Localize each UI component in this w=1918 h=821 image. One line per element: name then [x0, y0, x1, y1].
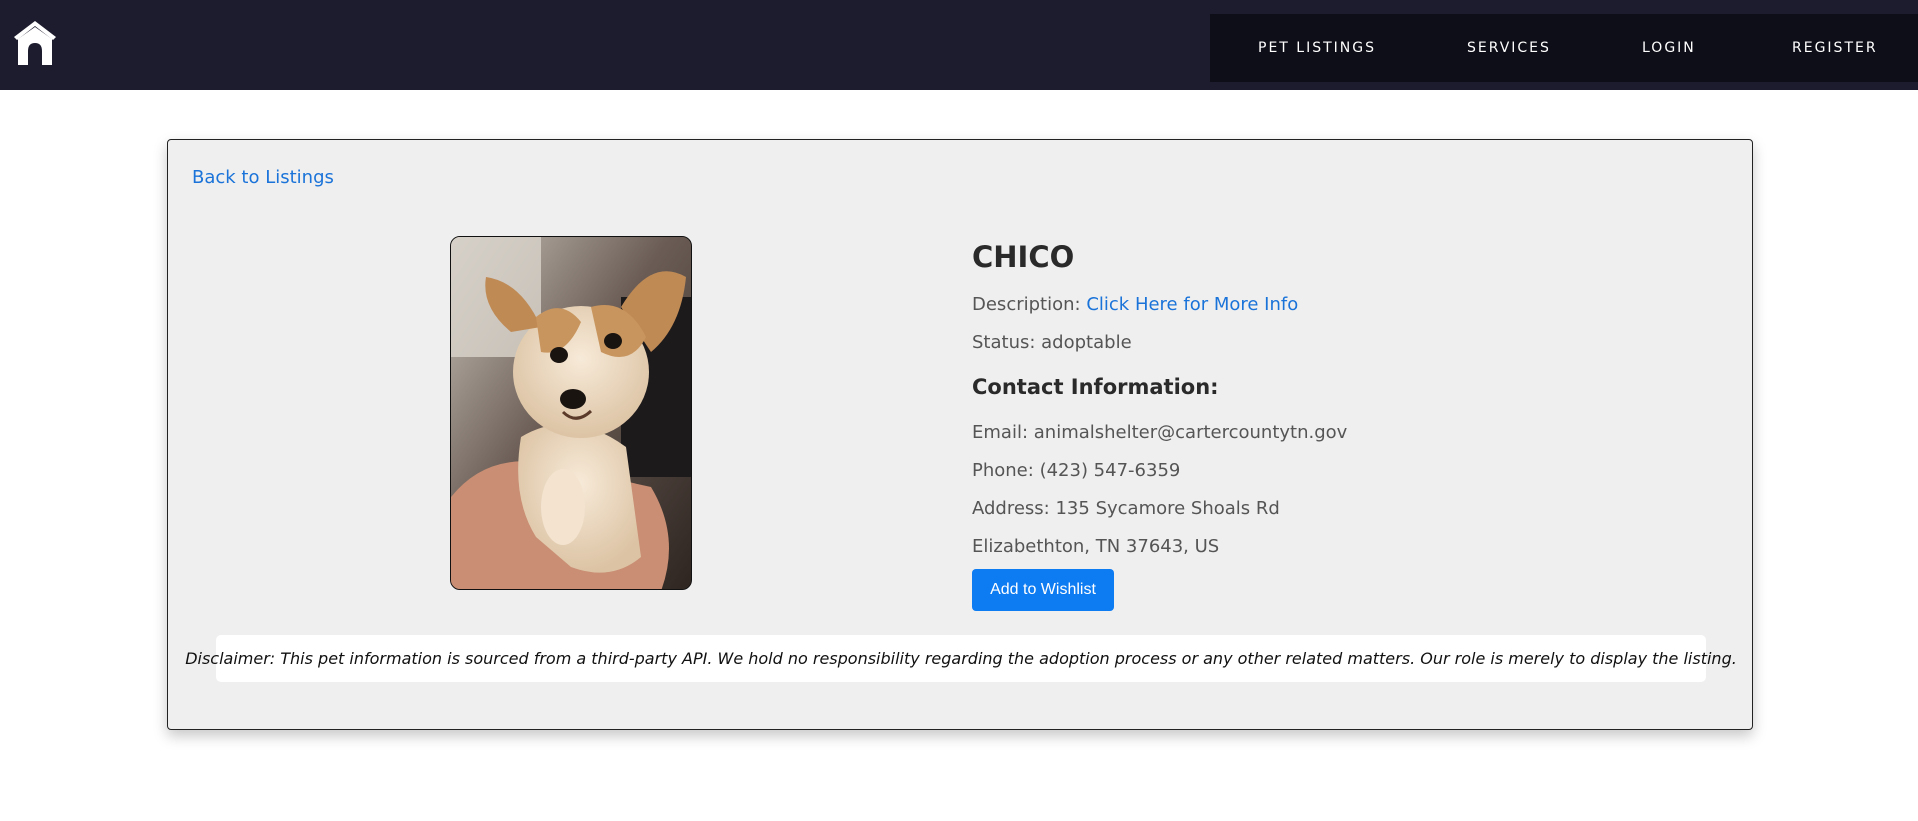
address-label: Address: — [972, 498, 1050, 519]
status-label: Status: — [972, 332, 1036, 353]
email-label: Email: — [972, 422, 1029, 443]
address-row: Address: 135 Sycamore Shoals Rd — [972, 498, 1280, 519]
more-info-link[interactable]: Click Here for More Info — [1086, 294, 1298, 315]
dog-house-icon[interactable] — [12, 19, 58, 67]
email-row: Email: animalshelter@cartercountytn.gov — [972, 422, 1347, 443]
nav-login[interactable]: LOGIN — [1642, 14, 1696, 82]
disclaimer-box: Disclaimer: This pet information is sour… — [185, 635, 1737, 682]
phone-value: (423) 547-6359 — [1039, 460, 1181, 481]
pet-detail-card: Back to Listings CHICO Description: Clic… — [167, 139, 1753, 730]
nav-pet-listings[interactable]: PET LISTINGS — [1258, 14, 1376, 82]
top-navbar: PET LISTINGS SERVICES LOGIN REGISTER — [0, 0, 1918, 90]
address-line1: 135 Sycamore Shoals Rd — [1055, 498, 1280, 519]
add-to-wishlist-button[interactable]: Add to Wishlist — [972, 569, 1114, 611]
email-value: animalshelter@cartercountytn.gov — [1033, 422, 1348, 443]
phone-label: Phone: — [972, 460, 1034, 481]
back-to-listings-link[interactable]: Back to Listings — [192, 167, 334, 188]
pet-name: CHICO — [972, 240, 1075, 274]
phone-row: Phone: (423) 547-6359 — [972, 460, 1180, 481]
status-row: Status: adoptable — [972, 332, 1132, 353]
status-value: adoptable — [1041, 332, 1132, 353]
puppy-image — [451, 237, 691, 589]
description-row: Description: Click Here for More Info — [972, 294, 1298, 315]
description-label: Description: — [972, 294, 1081, 315]
contact-heading: Contact Information: — [972, 375, 1219, 399]
address-line2: Elizabethton, TN 37643, US — [972, 536, 1220, 557]
pet-photo — [450, 236, 692, 590]
nav-services[interactable]: SERVICES — [1467, 14, 1551, 82]
main-nav: PET LISTINGS SERVICES LOGIN REGISTER — [1210, 14, 1918, 82]
nav-register[interactable]: REGISTER — [1792, 14, 1878, 82]
